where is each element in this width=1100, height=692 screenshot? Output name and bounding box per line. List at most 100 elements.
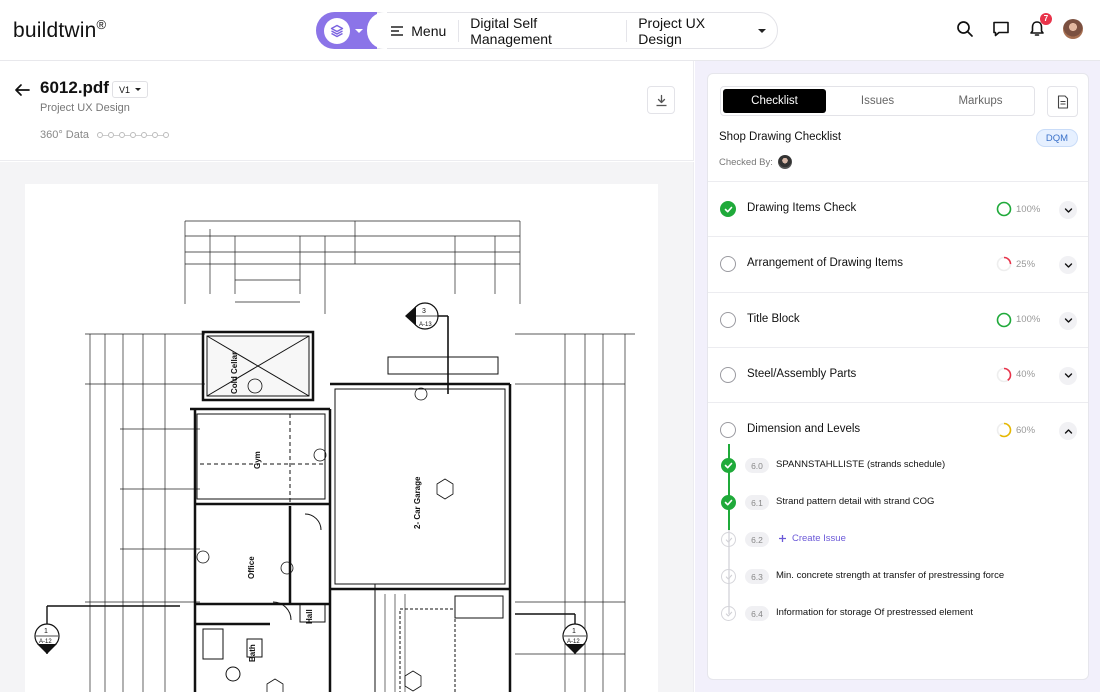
empty-circle-icon[interactable]: [720, 311, 736, 328]
checklist-row[interactable]: Dimension and Levels 60%: [708, 402, 1088, 457]
expand-toggle[interactable]: [1059, 366, 1077, 385]
empty-circle-icon[interactable]: [720, 366, 736, 383]
check-circle-icon[interactable]: [721, 458, 736, 473]
chevron-down-icon: [1064, 373, 1072, 379]
download-button[interactable]: [647, 86, 675, 114]
logo[interactable]: buildtwin®: [13, 17, 106, 43]
report-button[interactable]: [1047, 86, 1078, 117]
pending-circle-icon[interactable]: [721, 532, 736, 547]
back-arrow-icon[interactable]: [13, 81, 31, 99]
app-switcher-button[interactable]: [316, 12, 388, 49]
checklist-subitem[interactable]: 6.1 Strand pattern detail with strand COG: [708, 487, 1088, 517]
chevron-down-icon: [1064, 263, 1072, 268]
avatar[interactable]: [777, 155, 792, 169]
checklist-subitem[interactable]: 6.3 Min. concrete strength at transfer of…: [708, 561, 1088, 591]
drawing-viewer[interactable]: 3 A-13 1 A-12 1 A-12 Cold Cellar Gym 2- …: [0, 162, 694, 692]
expand-toggle[interactable]: [1059, 201, 1077, 219]
create-issue-button[interactable]: Create Issue: [778, 533, 846, 544]
plus-icon: [779, 535, 786, 542]
checklist-row[interactable]: Steel/Assembly Parts 40%: [708, 346, 1088, 402]
nav-pill: Menu Digital Self Management Project UX …: [316, 12, 778, 49]
checklist-row[interactable]: Drawing Items Check 100%: [708, 181, 1088, 236]
chat-icon[interactable]: [990, 18, 1012, 40]
search-icon[interactable]: [954, 18, 976, 40]
item-number: 6.0: [745, 458, 769, 473]
create-issue-row[interactable]: 6.2 Create Issue: [708, 524, 1088, 554]
pending-circle-icon[interactable]: [721, 606, 736, 621]
right-marker-number: 1: [572, 628, 576, 635]
data-360-steps[interactable]: [97, 132, 170, 138]
expand-toggle[interactable]: [1059, 311, 1077, 330]
room-label-cold-cellar: Cold Cellar: [230, 352, 239, 394]
document-title: 6012.pdf: [40, 78, 109, 97]
checklist-title: Shop Drawing Checklist: [719, 131, 842, 143]
download-icon: [656, 94, 666, 106]
chevron-down-icon: [758, 28, 766, 33]
pending-circle-icon[interactable]: [721, 569, 736, 584]
section-marker-label: A-13: [419, 322, 432, 328]
menu-label: Menu: [411, 22, 447, 39]
room-label-office: Office: [247, 556, 256, 579]
checklist-row[interactable]: Arrangement of Drawing Items 25%: [708, 236, 1088, 291]
checklist-panel: Checklist Issues Markups Shop Drawing Ch…: [707, 73, 1089, 680]
panel-tabs: Checklist Issues Markups: [720, 86, 1035, 116]
version-selector[interactable]: V1: [112, 81, 149, 98]
checklist-subitem[interactable]: 6.0 SPANNSTAHLLISTE (strands schedule): [708, 450, 1088, 480]
checklist-row[interactable]: Title Block 100%: [708, 291, 1088, 347]
checklist-item-label: Dimension and Levels: [747, 423, 861, 436]
module-link[interactable]: Digital Self Management: [459, 13, 626, 48]
room-label-hall: Hall: [305, 609, 314, 624]
room-label-bath: Bath: [248, 644, 257, 662]
tab-checklist[interactable]: Checklist: [723, 89, 826, 113]
section-marker-right[interactable]: 1 A-12: [515, 613, 588, 654]
user-avatar[interactable]: [1062, 18, 1084, 40]
section-marker-number: 3: [422, 308, 426, 315]
subitem-label: SPANNSTAHLLISTE (strands schedule): [776, 459, 946, 470]
item-number: 6.2: [745, 532, 769, 547]
checked-by: Checked By:: [719, 155, 792, 169]
project-selector[interactable]: Project UX Design: [627, 13, 777, 48]
progress-value: 100%: [1016, 203, 1041, 215]
tab-issues[interactable]: Issues: [826, 89, 929, 113]
document-project: Project UX Design: [40, 102, 130, 114]
tab-markups[interactable]: Markups: [929, 89, 1032, 113]
progress-indicator: 100%: [996, 201, 1040, 217]
checklist-item-label: Title Block: [747, 312, 800, 325]
drawing-sheet[interactable]: 3 A-13 1 A-12 1 A-12 Cold Cellar Gym 2- …: [25, 184, 658, 692]
expand-toggle[interactable]: [1059, 422, 1077, 441]
chevron-up-icon: [1064, 428, 1072, 434]
expand-toggle[interactable]: [1059, 256, 1077, 275]
chevron-down-icon: [1064, 318, 1072, 323]
empty-circle-icon[interactable]: [720, 422, 736, 439]
progress-ring-icon: [996, 422, 1012, 438]
document-icon: [1057, 94, 1068, 109]
chevron-down-icon: [1064, 207, 1072, 213]
data-360: 360° Data: [40, 129, 170, 141]
check-circle-icon[interactable]: [721, 495, 736, 510]
room-label-gym: Gym: [253, 451, 262, 469]
left-marker-label: A-12: [39, 639, 52, 645]
top-bar: buildtwin® Menu Digital Self Management …: [0, 0, 1100, 61]
right-marker-label: A-12: [567, 639, 580, 645]
chevron-down-icon: [135, 88, 142, 91]
menu-button[interactable]: Menu: [377, 13, 458, 48]
item-number: 6.1: [745, 495, 769, 510]
checklist-item-label: Steel/Assembly Parts: [747, 367, 857, 380]
checklist-item-label: Arrangement of Drawing Items: [747, 257, 903, 270]
empty-circle-icon[interactable]: [720, 256, 736, 273]
hamburger-icon: [391, 25, 404, 36]
layers-icon: [324, 17, 350, 44]
progress-ring-icon: [996, 201, 1012, 217]
checklist-subitem[interactable]: 6.4 Information for storage Of prestresse…: [708, 598, 1088, 628]
progress-value: 60%: [1016, 424, 1036, 436]
subitem-label: Strand pattern detail with strand COG: [776, 496, 935, 507]
check-circle-icon[interactable]: [720, 201, 736, 217]
progress-indicator: 100%: [996, 312, 1040, 328]
item-number: 6.3: [745, 569, 769, 584]
progress-ring-icon: [996, 312, 1012, 327]
section-marker-a13[interactable]: 3 A-13: [405, 302, 449, 394]
section-marker-left[interactable]: 1 A-12: [34, 605, 180, 654]
chevron-down-icon: [355, 28, 363, 33]
progress-indicator: 25%: [996, 256, 1035, 272]
notification-bell-icon[interactable]: 7: [1026, 13, 1052, 40]
